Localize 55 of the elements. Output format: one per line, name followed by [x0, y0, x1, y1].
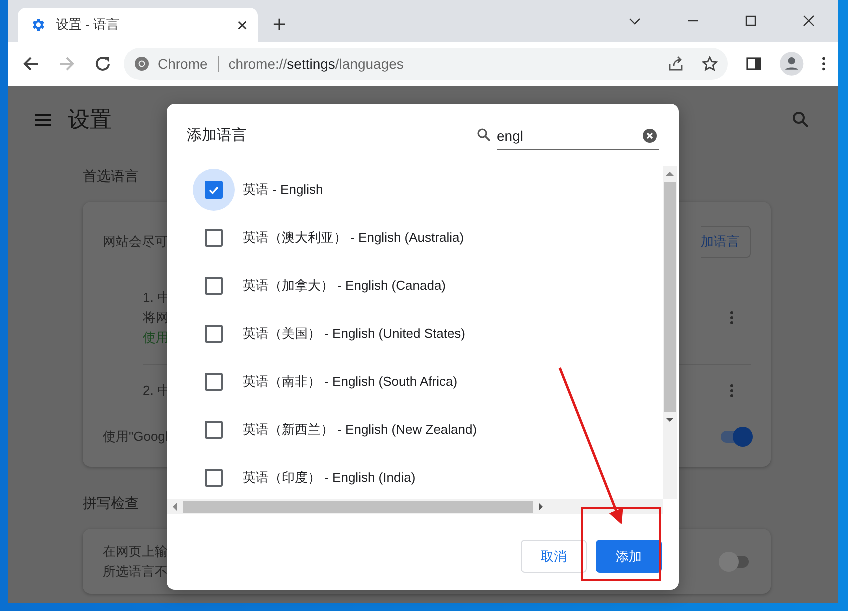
translate-label: 使用"Googl	[103, 428, 168, 446]
checkbox[interactable]	[205, 421, 223, 439]
language-option[interactable]: 英语（新西兰） - English (New Zealand)	[167, 406, 663, 454]
language-option[interactable]: 英语（美国） - English (United States)	[167, 310, 663, 358]
star-icon[interactable]	[702, 56, 718, 72]
menu-dots-icon[interactable]	[822, 57, 826, 71]
horizontal-scrollbar[interactable]	[167, 499, 663, 514]
site-label: Chrome	[158, 56, 208, 72]
more-options-icon[interactable]	[730, 384, 734, 398]
language-option[interactable]: 英语（印度） - English (India)	[167, 454, 663, 499]
add-button[interactable]: 添加	[596, 540, 662, 573]
tab-title: 设置 - 语言	[56, 16, 121, 34]
reload-icon[interactable]	[94, 55, 112, 73]
language-option[interactable]: 英语（加拿大） - English (Canada)	[167, 262, 663, 310]
dialog-title: 添加语言	[187, 126, 247, 144]
scroll-up-arrow-icon[interactable]	[666, 171, 674, 177]
cancel-button[interactable]: 取消	[521, 540, 587, 573]
back-arrow-icon[interactable]	[22, 55, 40, 73]
check-icon	[208, 184, 220, 196]
close-icon[interactable]	[803, 15, 815, 27]
side-panel-icon[interactable]	[746, 56, 762, 72]
checkbox[interactable]	[205, 277, 223, 295]
share-icon[interactable]	[668, 56, 684, 72]
gear-icon	[30, 17, 46, 33]
new-tab-icon[interactable]	[273, 18, 286, 31]
checkbox[interactable]	[205, 229, 223, 247]
close-icon[interactable]	[237, 20, 248, 30]
checkbox[interactable]	[205, 181, 223, 199]
language-option[interactable]: 英语（澳大利亚） - English (Australia)	[167, 214, 663, 262]
scroll-left-arrow-icon[interactable]	[172, 502, 178, 510]
spell-check-text: 在网页上输	[103, 542, 168, 560]
maximize-icon[interactable]	[745, 15, 757, 27]
search-icon	[477, 128, 491, 142]
language-option[interactable]: 英语（南非） - English (South Africa)	[167, 358, 663, 406]
menu-icon[interactable]	[34, 111, 52, 129]
url-text: chrome://settings/languages	[228, 56, 404, 72]
scroll-right-arrow-icon[interactable]	[538, 502, 544, 510]
browser-tab[interactable]: 设置 - 语言	[18, 8, 258, 42]
section-heading: 首选语言	[83, 168, 139, 186]
search-icon[interactable]	[792, 111, 810, 129]
clear-icon[interactable]	[643, 128, 657, 142]
avatar-icon[interactable]	[780, 52, 804, 76]
vertical-scrollbar[interactable]	[663, 166, 677, 499]
address-bar[interactable]: Chrome chrome://settings/languages	[124, 48, 728, 80]
scroll-down-arrow-icon[interactable]	[666, 417, 674, 423]
checkbox[interactable]	[205, 373, 223, 391]
settings-title: 设置	[68, 106, 112, 134]
more-options-icon[interactable]	[730, 311, 734, 325]
section-heading: 拼写检查	[83, 495, 139, 513]
spell-check-text: 所选语言不	[103, 562, 168, 580]
checkbox[interactable]	[205, 325, 223, 343]
search-field[interactable]: engl	[497, 128, 643, 144]
description-text: 网站会尽可	[103, 233, 168, 251]
language-option[interactable]: 英语 - English	[167, 166, 663, 214]
checkbox[interactable]	[205, 469, 223, 487]
